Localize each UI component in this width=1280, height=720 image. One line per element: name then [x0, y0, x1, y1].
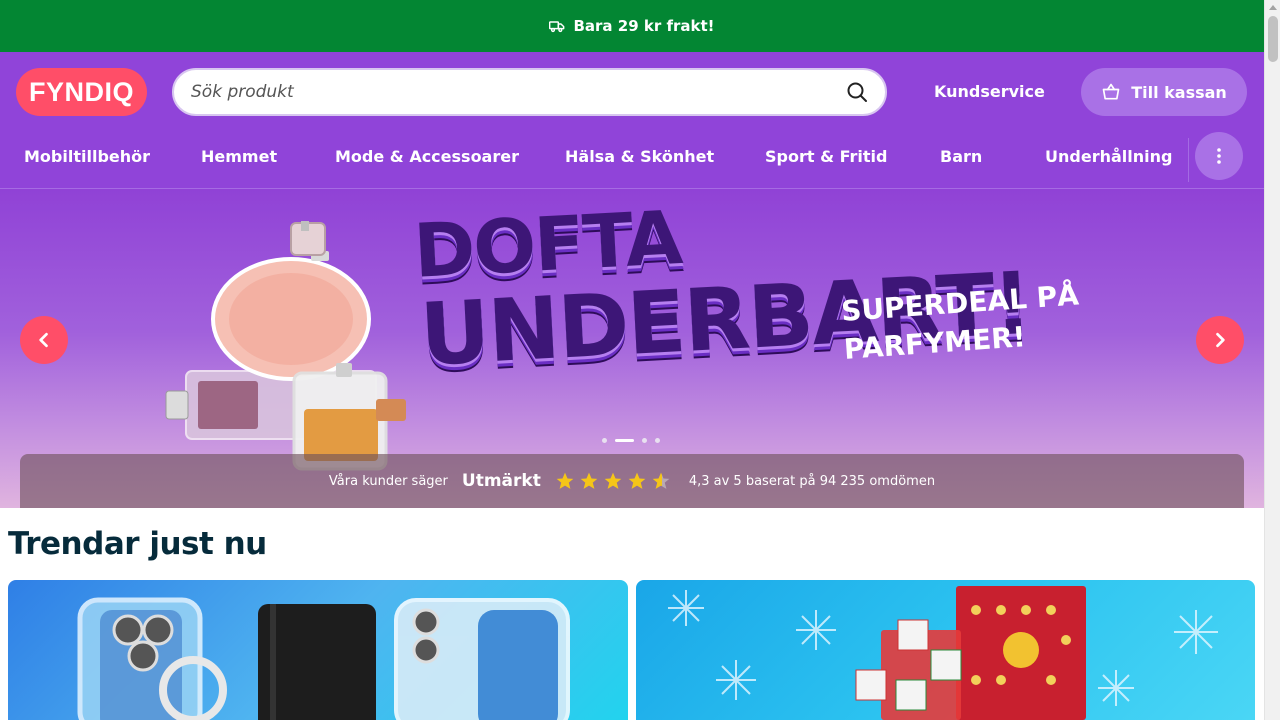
search-input[interactable] — [191, 82, 845, 102]
truck-icon — [549, 21, 565, 33]
star-half-icon — [652, 472, 670, 489]
site-header: FYNDIQ Kundservice Till kassan Mobiltill… — [0, 52, 1264, 189]
hero-subheadline: SUPERDEAL PÅ PARFYMER! — [840, 276, 1083, 368]
phone-cases-image — [77, 597, 570, 720]
carousel-dot[interactable] — [655, 438, 660, 443]
trending-card-phone-cases[interactable] — [8, 580, 628, 720]
carousel-next-button[interactable] — [1196, 316, 1244, 364]
carousel-dot-active[interactable] — [615, 439, 634, 442]
checkout-button[interactable]: Till kassan — [1081, 68, 1247, 116]
search-icon[interactable] — [845, 80, 869, 104]
shipping-banner-text: Bara 29 kr frakt! — [573, 17, 715, 35]
scrollbar-thumb[interactable] — [1268, 16, 1278, 62]
chevron-left-icon — [39, 332, 48, 348]
scroll-up-arrow-icon[interactable] — [1269, 5, 1277, 10]
star-icon — [580, 472, 598, 489]
hero-carousel[interactable]: DOFTA UNDERBART! SUPERDEAL PÅ PARFYMER! … — [0, 189, 1264, 508]
star-icon — [604, 472, 622, 489]
advent-calendar-image — [668, 586, 1218, 720]
perfume-bottles-image — [165, 221, 406, 471]
nav-item-sport-fritid[interactable]: Sport & Fritid — [765, 147, 887, 166]
star-icon — [556, 472, 574, 489]
shipping-banner: Bara 29 kr frakt! — [0, 0, 1264, 52]
rating-stars — [555, 471, 671, 491]
star-icon — [628, 472, 646, 489]
nav-item-mode-accessoarer[interactable]: Mode & Accessoarer — [335, 147, 519, 166]
reviews-label: Våra kunder säger — [328, 473, 448, 489]
search-bar — [172, 68, 887, 116]
nav-item-barn[interactable]: Barn — [940, 147, 982, 166]
carousel-dot[interactable] — [642, 438, 647, 443]
carousel-dot[interactable] — [602, 438, 607, 443]
rating-summary: 4,3 av 5 baserat på 94 235 omdömen — [688, 473, 936, 489]
trustpilot-review-bar[interactable]: Våra kunder säger Utmärkt 4,3 av 5 baser… — [20, 454, 1244, 508]
basket-icon — [1102, 83, 1120, 100]
checkout-label: Till kassan — [1131, 82, 1227, 102]
page: Bara 29 kr frakt! FYNDIQ Kundservice Til… — [0, 0, 1280, 720]
category-nav: Mobiltillbehör Hemmet Mode & Accessoarer… — [0, 132, 1264, 188]
chevron-right-icon — [1216, 332, 1225, 348]
nav-item-mobiltillbehor[interactable]: Mobiltillbehör — [24, 147, 150, 166]
more-vertical-icon — [1217, 148, 1221, 164]
nav-divider — [1188, 138, 1189, 182]
carousel-dots — [602, 438, 660, 443]
carousel-prev-button[interactable] — [20, 316, 68, 364]
trending-heading: Trendar just nu — [8, 526, 267, 562]
rating-word: Utmärkt — [461, 471, 541, 491]
nav-item-hemmet[interactable]: Hemmet — [201, 147, 277, 166]
trending-card-advent-calendar[interactable] — [636, 580, 1255, 720]
customer-service-link[interactable]: Kundservice — [934, 82, 1045, 101]
page-scrollbar[interactable] — [1264, 0, 1280, 720]
nav-item-halsa-skonhet[interactable]: Hälsa & Skönhet — [565, 147, 714, 166]
more-categories-button[interactable] — [1195, 132, 1243, 180]
fyndiq-logo[interactable]: FYNDIQ — [16, 68, 147, 116]
nav-item-underhallning[interactable]: Underhållning — [1045, 147, 1172, 166]
